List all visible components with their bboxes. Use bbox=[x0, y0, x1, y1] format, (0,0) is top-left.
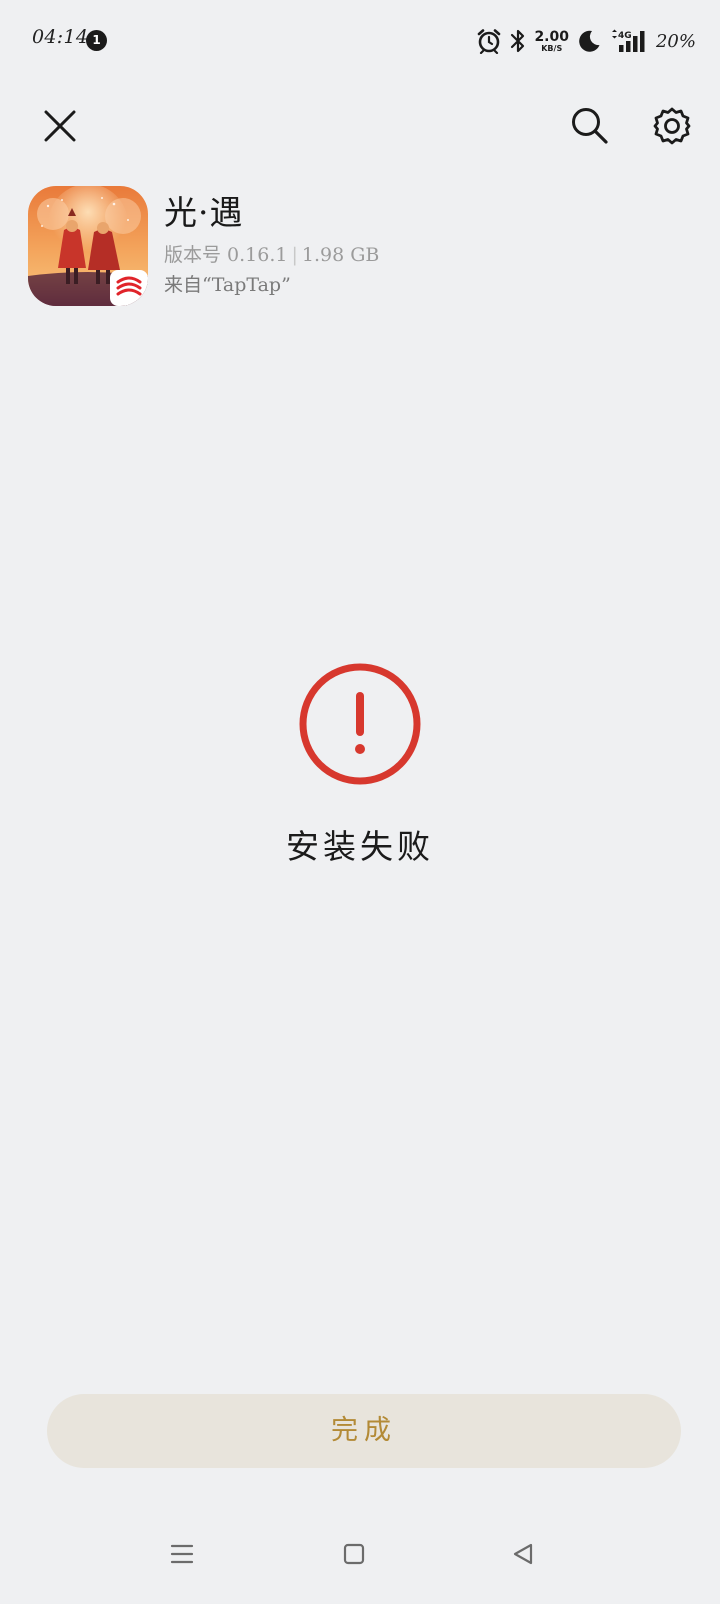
network-type: 4G bbox=[618, 31, 632, 41]
app-meta: 版本号 0.16.1 | 1.98 GB bbox=[164, 240, 379, 267]
navigation-bar bbox=[0, 1530, 720, 1604]
close-button[interactable] bbox=[32, 98, 88, 154]
recent-apps-button[interactable] bbox=[158, 1530, 206, 1578]
bluetooth-icon bbox=[509, 28, 527, 54]
home-button[interactable] bbox=[330, 1530, 378, 1578]
battery-percentage: 20% bbox=[655, 30, 696, 52]
app-icon bbox=[28, 186, 148, 306]
alarm-icon bbox=[476, 28, 502, 54]
app-size: 1.98 GB bbox=[301, 244, 380, 266]
home-icon bbox=[343, 1543, 365, 1565]
network-speed-unit: KB/S bbox=[541, 43, 563, 53]
status-icons: 2.00 KB/S 4G 20% bbox=[476, 24, 696, 58]
moon-icon bbox=[576, 28, 602, 54]
status-time: 04:14 bbox=[32, 26, 89, 48]
back-icon bbox=[513, 1543, 533, 1565]
signal-icon: 4G bbox=[609, 28, 649, 54]
error-icon bbox=[299, 663, 421, 785]
status-bar: 04:14 1 2.00 KB/S 4G 20% bbox=[0, 0, 720, 82]
app-info: 光·遇 版本号 0.16.1 | 1.98 GB 来自“TapTap” bbox=[28, 186, 688, 308]
gear-icon bbox=[653, 107, 691, 145]
settings-button[interactable] bbox=[644, 98, 700, 154]
close-icon bbox=[44, 110, 76, 142]
notification-badge: 1 bbox=[86, 30, 107, 51]
install-result: 安装失败 bbox=[0, 660, 720, 870]
meta-separator: | bbox=[291, 244, 298, 266]
install-status-text: 安装失败 bbox=[286, 827, 434, 866]
search-button[interactable] bbox=[562, 98, 618, 154]
top-bar bbox=[0, 90, 720, 164]
app-source: 来自“TapTap” bbox=[164, 274, 291, 296]
done-button[interactable]: 完成 bbox=[47, 1394, 681, 1468]
back-button[interactable] bbox=[499, 1530, 547, 1578]
app-name: 光·遇 bbox=[164, 193, 244, 232]
network-speed: 2.00 KB/S bbox=[534, 30, 569, 53]
search-icon bbox=[572, 108, 608, 144]
network-speed-value: 2.00 bbox=[534, 28, 569, 45]
app-version: 版本号 0.16.1 bbox=[164, 244, 288, 266]
menu-icon bbox=[170, 1544, 194, 1564]
